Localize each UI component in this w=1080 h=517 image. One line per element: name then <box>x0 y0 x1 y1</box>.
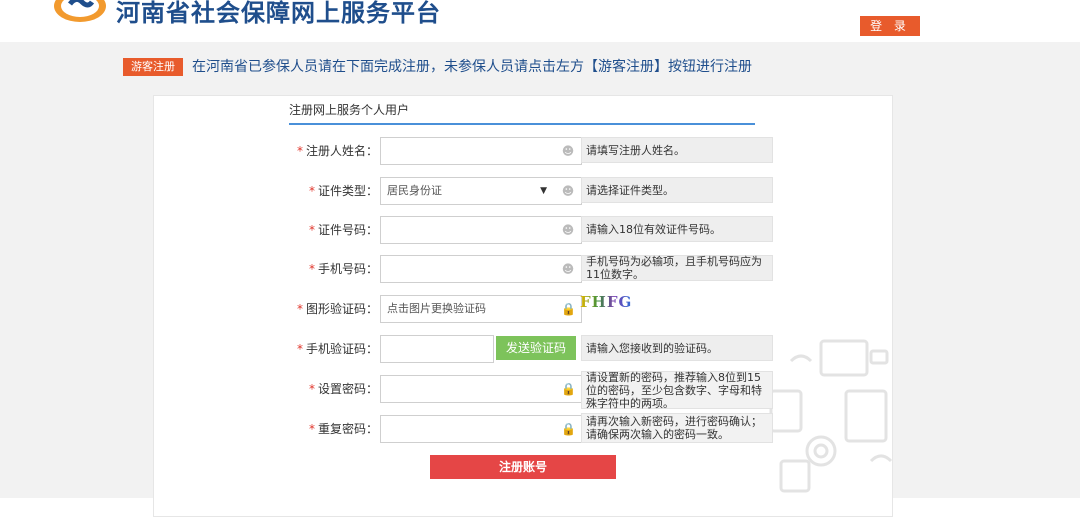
required-mark: * <box>308 223 315 237</box>
field-row-name: * 注册人姓名： ☻ 请填写注册人姓名。 <box>0 137 1080 167</box>
name-input[interactable]: ☻ <box>380 137 582 165</box>
field-label: * 重复密码： <box>258 415 378 443</box>
site-title: 河南省社会保障网上服务平台 <box>116 0 441 27</box>
field-label-text: 证件类型： <box>317 184 378 198</box>
field-row-sms-code: * 手机验证码： 发送验证码 请输入您接收到的验证码。 <box>0 335 1080 365</box>
user-icon: ☻ <box>561 223 575 237</box>
field-label-text: 注册人姓名： <box>305 144 378 158</box>
captcha-image[interactable]: FHFG <box>580 293 632 311</box>
field-label-text: 图形验证码： <box>305 302 378 316</box>
field-label: * 证件号码： <box>258 216 378 244</box>
required-mark: * <box>296 144 303 158</box>
field-row-phone: * 手机号码： ☻ 手机号码为必输项，且手机号码应为11位数字。 <box>0 255 1080 285</box>
id-number-input[interactable]: ☻ <box>380 216 582 244</box>
lock-icon: 🔒 <box>561 382 576 396</box>
password-hint: 请设置新的密码，推荐输入8位到15位的密码，至少包含数字、字母和特殊字符中的两项… <box>581 371 773 410</box>
user-icon: ☻ <box>561 262 575 276</box>
phone-input[interactable]: ☻ <box>380 255 582 283</box>
phone-hint: 手机号码为必输项，且手机号码应为11位数字。 <box>581 255 773 281</box>
required-mark: * <box>308 262 315 276</box>
password-input[interactable]: 🔒 <box>380 375 582 403</box>
header: 河南省社会保障网上服务平台 登 录 <box>0 0 1080 42</box>
field-label: * 证件类型： <box>258 177 378 205</box>
section-underline <box>289 123 755 125</box>
field-row-password: * 设置密码： 🔒 请设置新的密码，推荐输入8位到15位的密码，至少包含数字、字母… <box>0 371 1080 410</box>
required-mark: * <box>308 382 315 396</box>
field-row-repeat-password: * 重复密码： 🔒 请再次输入新密码，进行密码确认；请确保两次输入的密码一致。 <box>0 413 1080 445</box>
name-hint: 请填写注册人姓名。 <box>581 137 773 163</box>
field-label: * 设置密码： <box>258 375 378 403</box>
send-code-button[interactable]: 发送验证码 <box>496 336 576 360</box>
field-row-id-type: * 证件类型： 居民身份证 ▼ ☻ 请选择证件类型。 <box>0 177 1080 207</box>
id-type-hint: 请选择证件类型。 <box>581 177 773 203</box>
guest-register-button[interactable]: 游客注册 <box>123 58 183 76</box>
field-row-id-number: * 证件号码： ☻ 请输入18位有效证件号码。 <box>0 216 1080 246</box>
sms-code-input[interactable] <box>380 335 494 363</box>
field-label: * 手机验证码： <box>258 335 378 363</box>
required-mark: * <box>308 422 315 436</box>
caret-down-icon: ▼ <box>540 186 547 196</box>
id-type-value: 居民身份证 <box>387 184 442 197</box>
sms-code-hint: 请输入您接收到的验证码。 <box>581 335 773 361</box>
repeat-password-hint: 请再次输入新密码，进行密码确认；请确保两次输入的密码一致。 <box>581 413 773 443</box>
field-label-text: 手机验证码： <box>305 342 378 356</box>
required-mark: * <box>296 302 303 316</box>
field-label-text: 设置密码： <box>317 382 378 396</box>
field-label: * 手机号码： <box>258 255 378 283</box>
captcha-text: FHFG <box>580 293 633 311</box>
lock-icon: 🔒 <box>561 302 576 316</box>
captcha-placeholder: 点击图片更换验证码 <box>387 302 486 315</box>
register-notice: 在河南省已参保人员请在下面完成注册，未参保人员请点击左方【游客注册】按钮进行注册 <box>192 59 752 75</box>
field-label-text: 手机号码： <box>317 262 378 276</box>
user-icon: ☻ <box>561 184 575 198</box>
user-icon: ☻ <box>561 144 575 158</box>
required-mark: * <box>296 342 303 356</box>
field-label: * 图形验证码： <box>258 295 378 323</box>
captcha-input[interactable]: 点击图片更换验证码 🔒 <box>380 295 582 323</box>
lock-icon: 🔒 <box>561 422 576 436</box>
field-label-text: 重复密码： <box>317 422 378 436</box>
login-button[interactable]: 登 录 <box>860 16 920 36</box>
id-type-select[interactable]: 居民身份证 ▼ ☻ <box>380 177 582 205</box>
si-logo-icon <box>54 0 106 22</box>
section-title: 注册网上服务个人用户 <box>289 103 410 117</box>
id-number-hint: 请输入18位有效证件号码。 <box>581 216 773 242</box>
field-row-captcha: * 图形验证码： 点击图片更换验证码 🔒 <box>0 295 1080 325</box>
field-label-text: 证件号码： <box>317 223 378 237</box>
field-label: * 注册人姓名： <box>258 137 378 165</box>
repeat-password-input[interactable]: 🔒 <box>380 415 582 443</box>
register-submit-button[interactable]: 注册账号 <box>430 455 616 479</box>
required-mark: * <box>308 184 315 198</box>
